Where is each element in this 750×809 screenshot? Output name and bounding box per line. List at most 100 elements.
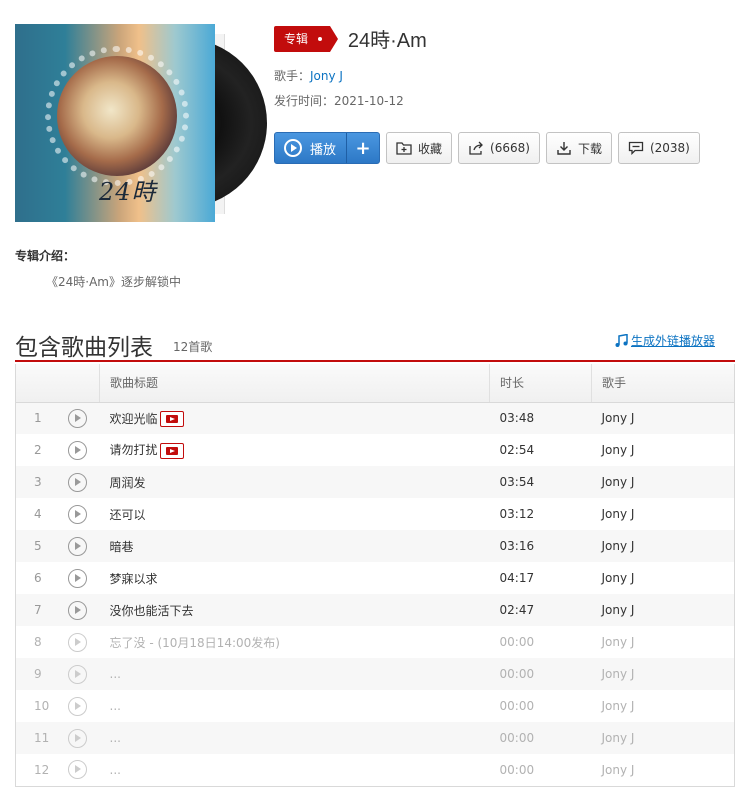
track-play-cell (65, 594, 100, 626)
track-title-cell: ... (99, 754, 490, 786)
artist-link[interactable]: Jony J (310, 69, 343, 83)
play-icon[interactable] (67, 408, 87, 428)
track-play-cell (65, 626, 100, 658)
release-date-row: 发行时间：2021-10-12 (274, 92, 734, 109)
track-artist[interactable]: Jony J (591, 402, 735, 434)
track-play-cell (65, 754, 100, 786)
track-title-cell: ... (99, 722, 490, 754)
play-icon[interactable] (67, 568, 87, 588)
track-title-cell: 还可以 (99, 498, 490, 530)
track-duration: 04:17 (489, 562, 592, 594)
track-number: 10 (15, 690, 66, 722)
track-title-cell: 请勿打扰 (99, 434, 490, 466)
track-number: 8 (15, 626, 66, 658)
track-row[interactable]: 4 还可以 03:12 Jony J (15, 498, 735, 530)
mv-icon[interactable] (159, 411, 184, 427)
track-artist[interactable]: Jony J (591, 722, 735, 754)
cover-title-art: 24時 (99, 178, 157, 206)
track-title[interactable]: 请勿打扰 (110, 443, 158, 457)
track-row[interactable]: 8 忘了没 - (10月18日14:00发布) 00:00 Jony J (15, 626, 735, 658)
track-title: 忘了没 - (10月18日14:00发布) (109, 635, 280, 650)
track-artist[interactable]: Jony J (591, 658, 735, 690)
play-icon[interactable] (67, 472, 87, 492)
track-artist[interactable]: Jony J (591, 754, 735, 786)
track-row[interactable]: 3 周润发 03:54 Jony J (15, 466, 735, 498)
track-artist[interactable]: Jony J (591, 466, 735, 498)
share-button[interactable]: (6668) (458, 132, 540, 164)
track-row[interactable]: 1 欢迎光临 03:48 Jony J (15, 402, 735, 434)
track-artist[interactable]: Jony J (591, 690, 735, 722)
track-number: 9 (15, 658, 66, 690)
track-artist[interactable]: Jony J (591, 594, 735, 626)
track-row[interactable]: 5 暗巷 03:16 Jony J (15, 530, 735, 562)
track-row[interactable]: 10... 00:00 Jony J (15, 690, 735, 722)
play-icon[interactable] (67, 440, 87, 460)
track-title-cell: 暗巷 (99, 530, 490, 562)
cover-globe-art (57, 56, 177, 176)
track-row[interactable]: 12... 00:00 Jony J (15, 754, 735, 786)
track-number: 2 (15, 434, 66, 466)
album-tag: 专辑 (274, 25, 339, 52)
play-icon[interactable] (67, 600, 87, 620)
track-row[interactable]: 7 没你也能活下去 02:47 Jony J (15, 594, 735, 626)
track-play-cell (65, 658, 100, 690)
track-title: ... (109, 699, 121, 713)
track-title-cell: 周润发 (99, 466, 490, 498)
track-title[interactable]: 梦寐以求 (110, 572, 158, 586)
tracklist-header: 包含歌曲列表 12首歌 生成外链播放器 (15, 326, 735, 362)
track-title-cell: 欢迎光临 (99, 402, 490, 434)
track-duration: 03:16 (489, 530, 592, 562)
track-play-cell (65, 722, 100, 754)
mv-icon[interactable] (159, 442, 184, 459)
track-play-cell (65, 562, 100, 594)
download-button[interactable]: 下载 (545, 132, 612, 164)
column-header-title: 歌曲标题 (99, 364, 490, 403)
artist-row: 歌手：Jony J (274, 67, 734, 84)
track-number: 5 (15, 530, 66, 562)
album-cover-image: 24時 (15, 24, 215, 222)
track-count: 12首歌 (173, 340, 213, 354)
track-title[interactable]: 周润发 (110, 476, 146, 490)
track-number: 7 (15, 594, 66, 626)
track-artist[interactable]: Jony J (591, 530, 735, 562)
track-row[interactable]: 11... 00:00 Jony J (15, 722, 735, 754)
track-number: 11 (15, 722, 66, 754)
track-number: 1 (15, 402, 66, 434)
track-artist[interactable]: Jony J (591, 562, 735, 594)
track-play-cell (65, 402, 100, 434)
track-title-cell: ... (99, 690, 490, 722)
track-title-cell: ... (99, 658, 490, 690)
track-title[interactable]: 欢迎光临 (110, 412, 158, 426)
track-row[interactable]: 9... 00:00 Jony J (15, 658, 735, 690)
play-icon (67, 760, 87, 780)
track-play-cell (65, 466, 100, 498)
track-title-cell: 梦寐以求 (99, 562, 490, 594)
track-number: 4 (15, 498, 66, 530)
track-play-cell (65, 530, 100, 562)
track-row[interactable]: 6 梦寐以求 04:17 Jony J (15, 562, 735, 594)
comment-button[interactable]: (2038) (617, 132, 700, 164)
artist-label: 歌手： (274, 69, 311, 83)
track-artist[interactable]: Jony J (591, 498, 735, 530)
track-artist[interactable]: Jony J (591, 434, 735, 466)
play-button[interactable]: 播放 (275, 133, 348, 163)
track-number: 3 (15, 466, 66, 498)
release-date: 2021-10-12 (334, 94, 404, 108)
action-bar: 播放 + 收藏 (6668) 下载 (2038) (274, 132, 734, 164)
external-player-link[interactable]: 生成外链播放器 (614, 332, 715, 349)
release-date-label: 发行时间： (274, 94, 335, 108)
add-to-playlist-button[interactable]: + (347, 133, 379, 163)
track-title[interactable]: 暗巷 (110, 540, 134, 554)
track-row[interactable]: 2 请勿打扰 02:54 Jony J (15, 434, 735, 466)
play-icon[interactable] (67, 504, 87, 524)
tracklist-title: 包含歌曲列表 (15, 334, 153, 360)
music-note-icon (615, 333, 628, 347)
external-player-label: 生成外链播放器 (630, 334, 715, 348)
track-title[interactable]: 没你也能活下去 (110, 604, 194, 618)
track-artist[interactable]: Jony J (591, 626, 735, 658)
track-duration: 02:54 (489, 434, 592, 466)
collect-button[interactable]: 收藏 (386, 132, 453, 164)
play-icon[interactable] (67, 536, 87, 556)
track-title[interactable]: 还可以 (110, 508, 146, 522)
play-button-label: 播放 (310, 142, 337, 158)
